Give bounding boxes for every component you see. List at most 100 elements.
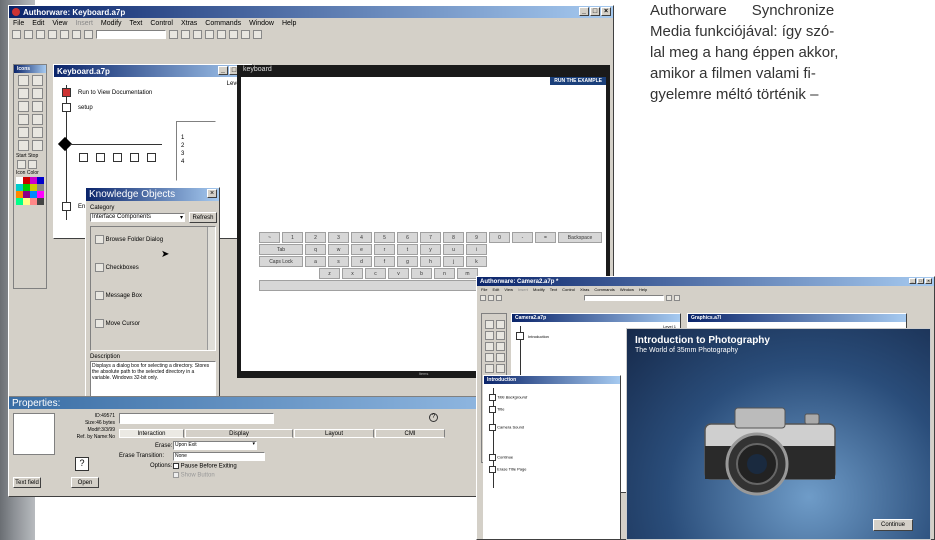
key-k[interactable]: k — [466, 256, 487, 267]
variables-icon[interactable] — [241, 30, 250, 39]
control-panel-icon[interactable] — [217, 30, 226, 39]
open-button[interactable]: Open — [71, 477, 99, 488]
flowline-minimize[interactable]: _ — [218, 66, 228, 75]
menu-commands[interactable]: Commands — [205, 20, 241, 27]
key-f[interactable]: f — [374, 256, 395, 267]
tab-interaction[interactable]: Interaction — [119, 429, 184, 438]
icon-title-input[interactable] — [119, 413, 274, 424]
option-show-button-checkbox[interactable]: Show Button — [173, 472, 215, 479]
knowledge-objects-close[interactable]: × — [207, 189, 217, 198]
cam-save-icon[interactable] — [496, 294, 502, 301]
stop-flag-icon[interactable] — [28, 160, 37, 169]
cam-palette-icon[interactable] — [496, 331, 505, 340]
cam-open-icon[interactable] — [488, 294, 494, 301]
category-select[interactable]: Interface Components ▾ — [90, 213, 185, 222]
help-icon[interactable]: ? — [429, 413, 438, 422]
tab-cmi[interactable]: CMI — [375, 429, 445, 438]
cam-menu-view[interactable]: View — [504, 287, 513, 292]
erase-icon[interactable] — [18, 88, 29, 99]
ko-item-browse-folder[interactable]: Browse Folder Dialog — [95, 235, 163, 244]
cam-palette-icon[interactable] — [485, 342, 494, 351]
maximize-button[interactable]: □ — [590, 7, 600, 16]
flow-icon-enter[interactable] — [62, 202, 71, 211]
key-v[interactable]: v — [388, 268, 409, 279]
key-s[interactable]: s — [328, 256, 349, 267]
key-y[interactable]: y — [420, 244, 441, 255]
ko-item-message-box[interactable]: Message Box — [95, 291, 142, 300]
cam-palette-icon[interactable] — [496, 353, 505, 362]
paste-icon[interactable] — [84, 30, 93, 39]
flow-icon-setup[interactable] — [62, 103, 71, 112]
wait-icon[interactable] — [32, 88, 43, 99]
key-1[interactable]: 1 — [282, 232, 303, 243]
key-sym12[interactable]: = — [535, 232, 556, 243]
erase-transition-field[interactable]: None — [173, 452, 265, 461]
intro-item-continue[interactable]: Continue — [489, 454, 513, 461]
menu-help[interactable]: Help — [282, 20, 296, 27]
key-e[interactable]: e — [351, 244, 372, 255]
close-button[interactable]: × — [601, 7, 611, 16]
minimize-button[interactable]: _ — [579, 7, 589, 16]
menu-view[interactable]: View — [52, 20, 67, 27]
intro-item-erase[interactable]: Erase Title Page — [489, 466, 526, 473]
refresh-button[interactable]: Refresh — [189, 212, 217, 223]
cam-menu-commands[interactable]: Commands — [594, 287, 614, 292]
continue-button[interactable]: Continue — [873, 519, 913, 531]
cam-menu-xtras[interactable]: Xtras — [580, 287, 589, 292]
cam-menu-control[interactable]: Control — [562, 287, 575, 292]
cam-functions-icon[interactable] — [674, 294, 680, 301]
cam-palette-icon[interactable] — [496, 320, 505, 329]
key-z[interactable]: z — [319, 268, 340, 279]
key-5[interactable]: 5 — [374, 232, 395, 243]
menu-insert[interactable]: Insert — [75, 20, 93, 27]
cam-palette-icon[interactable] — [485, 320, 494, 329]
undo-icon[interactable] — [48, 30, 57, 39]
key-sym11[interactable]: - — [512, 232, 533, 243]
menu-edit[interactable]: Edit — [32, 20, 44, 27]
new-icon[interactable] — [12, 30, 21, 39]
key-w[interactable]: w — [328, 244, 349, 255]
cam-menu-text[interactable]: Text — [550, 287, 557, 292]
key-x[interactable]: x — [342, 268, 363, 279]
navigate-icon[interactable] — [18, 101, 29, 112]
key-i[interactable]: i — [466, 244, 487, 255]
key-Backspace[interactable]: Backspace — [558, 232, 602, 243]
key-9[interactable]: 9 — [466, 232, 487, 243]
sound-icon[interactable] — [32, 140, 43, 151]
key-q[interactable]: q — [305, 244, 326, 255]
flow-icon-run[interactable] — [62, 88, 71, 97]
key-b[interactable]: b — [411, 268, 432, 279]
key-g[interactable]: g — [397, 256, 418, 267]
ko-item-move-cursor[interactable]: Move Cursor — [95, 319, 140, 328]
display-icon[interactable] — [18, 75, 29, 86]
style-dropdown[interactable] — [96, 30, 166, 39]
key-r[interactable]: r — [374, 244, 395, 255]
cam-new-icon[interactable] — [480, 294, 486, 301]
intro-item-title[interactable]: Title — [489, 406, 504, 413]
cam-palette-icon[interactable] — [496, 342, 505, 351]
text-field-button[interactable]: Text field — [13, 477, 41, 488]
key-0[interactable]: 0 — [489, 232, 510, 243]
menu-text[interactable]: Text — [130, 20, 143, 27]
erase-select[interactable]: Upon Exit ▾ — [173, 441, 257, 450]
cam-style-dropdown[interactable] — [584, 294, 664, 301]
key-Tab[interactable]: Tab — [259, 244, 303, 255]
intro-item-title-bg[interactable]: Title Background — [489, 394, 527, 401]
movie-icon[interactable] — [18, 140, 29, 151]
cam-menu-file[interactable]: File — [481, 287, 487, 292]
key-7[interactable]: 7 — [420, 232, 441, 243]
tab-layout[interactable]: Layout — [294, 429, 374, 438]
italic-icon[interactable] — [181, 30, 190, 39]
key-6[interactable]: 6 — [397, 232, 418, 243]
cam-palette-icon[interactable] — [485, 331, 494, 340]
interaction-icon[interactable] — [32, 114, 43, 125]
cam-menu-modify[interactable]: Modify — [533, 287, 545, 292]
menu-control[interactable]: Control — [150, 20, 173, 27]
cam-menu-insert[interactable]: Insert — [518, 287, 528, 292]
copy-icon[interactable] — [72, 30, 81, 39]
key-sym0[interactable]: ~ — [259, 232, 280, 243]
camera-maximize[interactable]: □ — [917, 278, 924, 284]
tab-display[interactable]: Display — [185, 429, 293, 438]
branch-icon-3[interactable] — [113, 153, 122, 162]
menu-xtras[interactable]: Xtras — [181, 20, 197, 27]
